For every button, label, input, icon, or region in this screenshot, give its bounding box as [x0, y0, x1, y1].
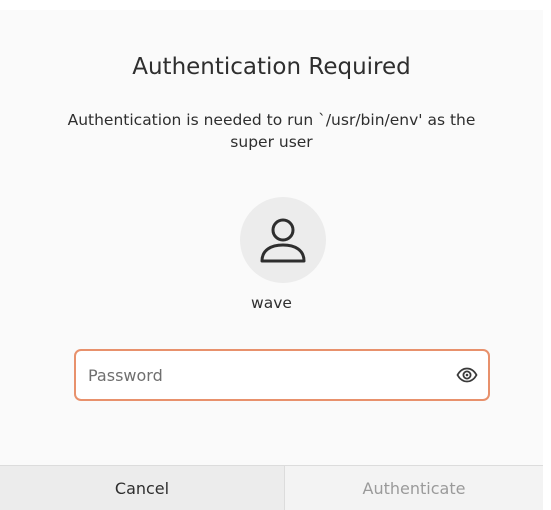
username-label: wave	[251, 294, 292, 312]
top-border	[0, 0, 551, 10]
authenticate-button[interactable]: Authenticate	[285, 466, 543, 510]
authentication-dialog: Authentication Required Authentication i…	[0, 0, 551, 510]
cancel-button[interactable]: Cancel	[0, 466, 285, 510]
user-avatar	[240, 197, 326, 283]
show-password-button[interactable]	[456, 365, 478, 385]
password-field[interactable]	[74, 349, 490, 401]
eye-icon	[456, 367, 478, 383]
user-avatar-icon	[260, 218, 306, 263]
dialog-title: Authentication Required	[132, 54, 411, 80]
password-input[interactable]	[88, 351, 448, 399]
dialog-button-bar: Cancel Authenticate	[0, 465, 543, 510]
right-border	[543, 0, 551, 510]
dialog-message: Authentication is needed to run `/usr/bi…	[67, 111, 476, 151]
